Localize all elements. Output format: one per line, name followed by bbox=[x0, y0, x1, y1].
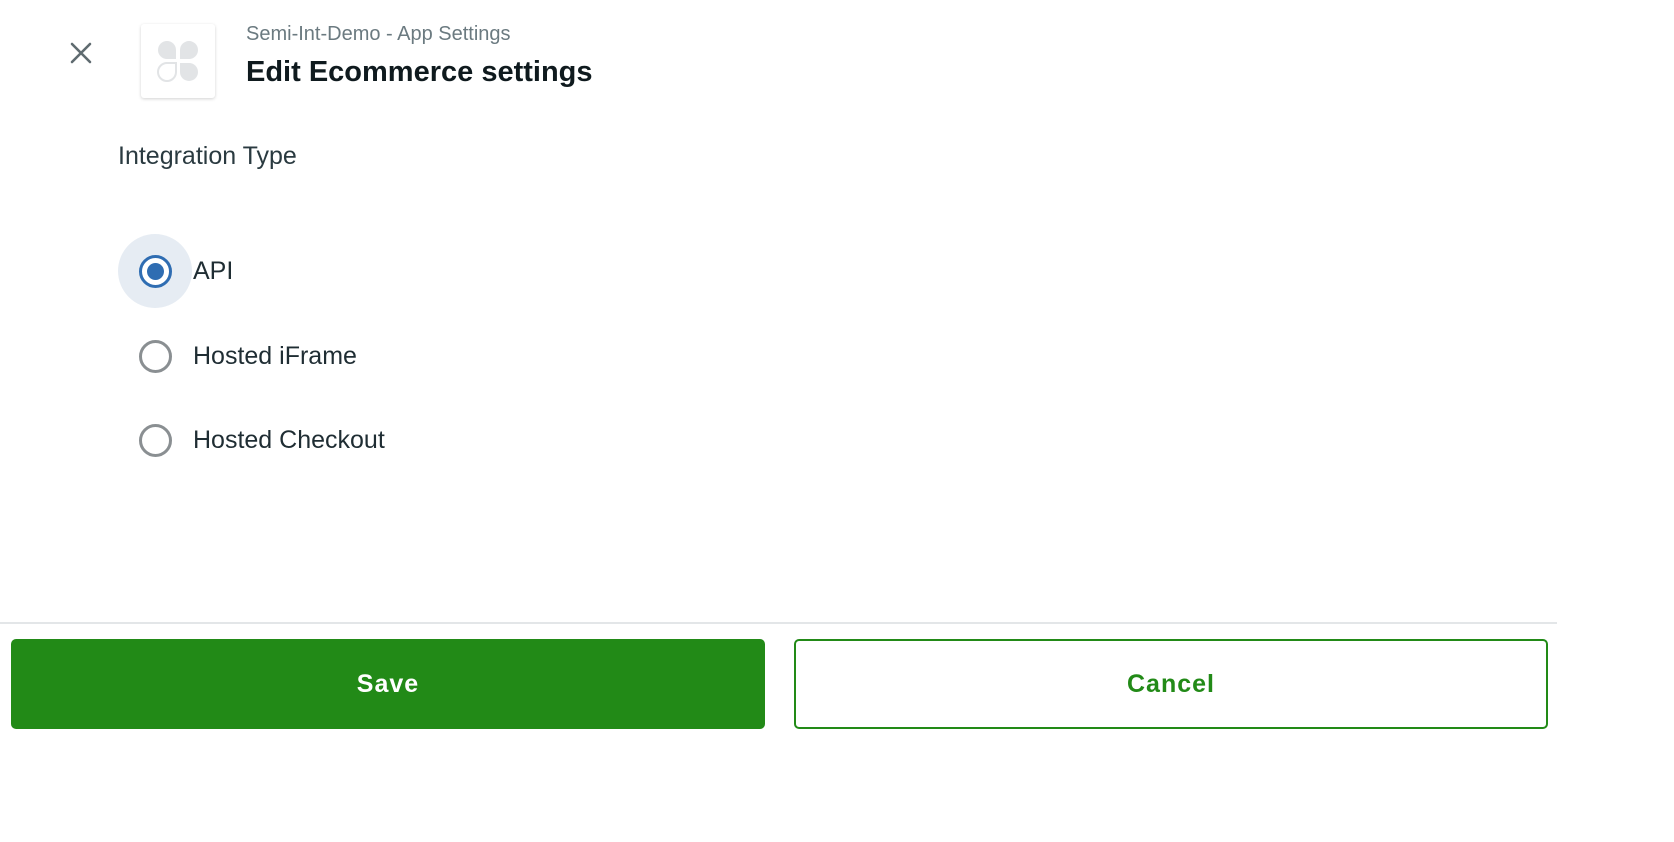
radio-circle bbox=[138, 254, 172, 288]
radio-button-hosted-iframe[interactable] bbox=[118, 319, 192, 393]
breadcrumb: Semi-Int-Demo - App Settings bbox=[246, 23, 511, 45]
page-title: Edit Ecommerce settings bbox=[246, 56, 593, 88]
radio-option-api[interactable]: API bbox=[118, 234, 233, 308]
radio-label-api: API bbox=[193, 257, 234, 285]
radio-button-hosted-checkout[interactable] bbox=[118, 403, 192, 477]
radio-selected-dot bbox=[146, 262, 164, 280]
footer-divider bbox=[0, 622, 1557, 624]
radio-option-hosted-iframe[interactable]: Hosted iFrame bbox=[118, 319, 357, 393]
radio-button-api[interactable] bbox=[118, 234, 192, 308]
radio-label-hosted-checkout: Hosted Checkout bbox=[193, 426, 385, 454]
header: Semi-Int-Demo - App Settings Edit Ecomme… bbox=[246, 20, 593, 90]
close-icon bbox=[70, 42, 92, 64]
app-logo bbox=[141, 24, 215, 98]
integration-type-label: Integration Type bbox=[118, 142, 297, 170]
close-button[interactable] bbox=[62, 34, 100, 72]
settings-page: Semi-Int-Demo - App Settings Edit Ecomme… bbox=[0, 0, 1674, 842]
save-button[interactable]: Save bbox=[11, 639, 765, 729]
radio-circle bbox=[138, 339, 172, 373]
radio-label-hosted-iframe: Hosted iFrame bbox=[193, 342, 357, 370]
cancel-button[interactable]: Cancel bbox=[794, 639, 1548, 729]
app-logo-icon bbox=[156, 41, 198, 82]
radio-option-hosted-checkout[interactable]: Hosted Checkout bbox=[118, 403, 385, 477]
radio-circle bbox=[138, 423, 172, 457]
